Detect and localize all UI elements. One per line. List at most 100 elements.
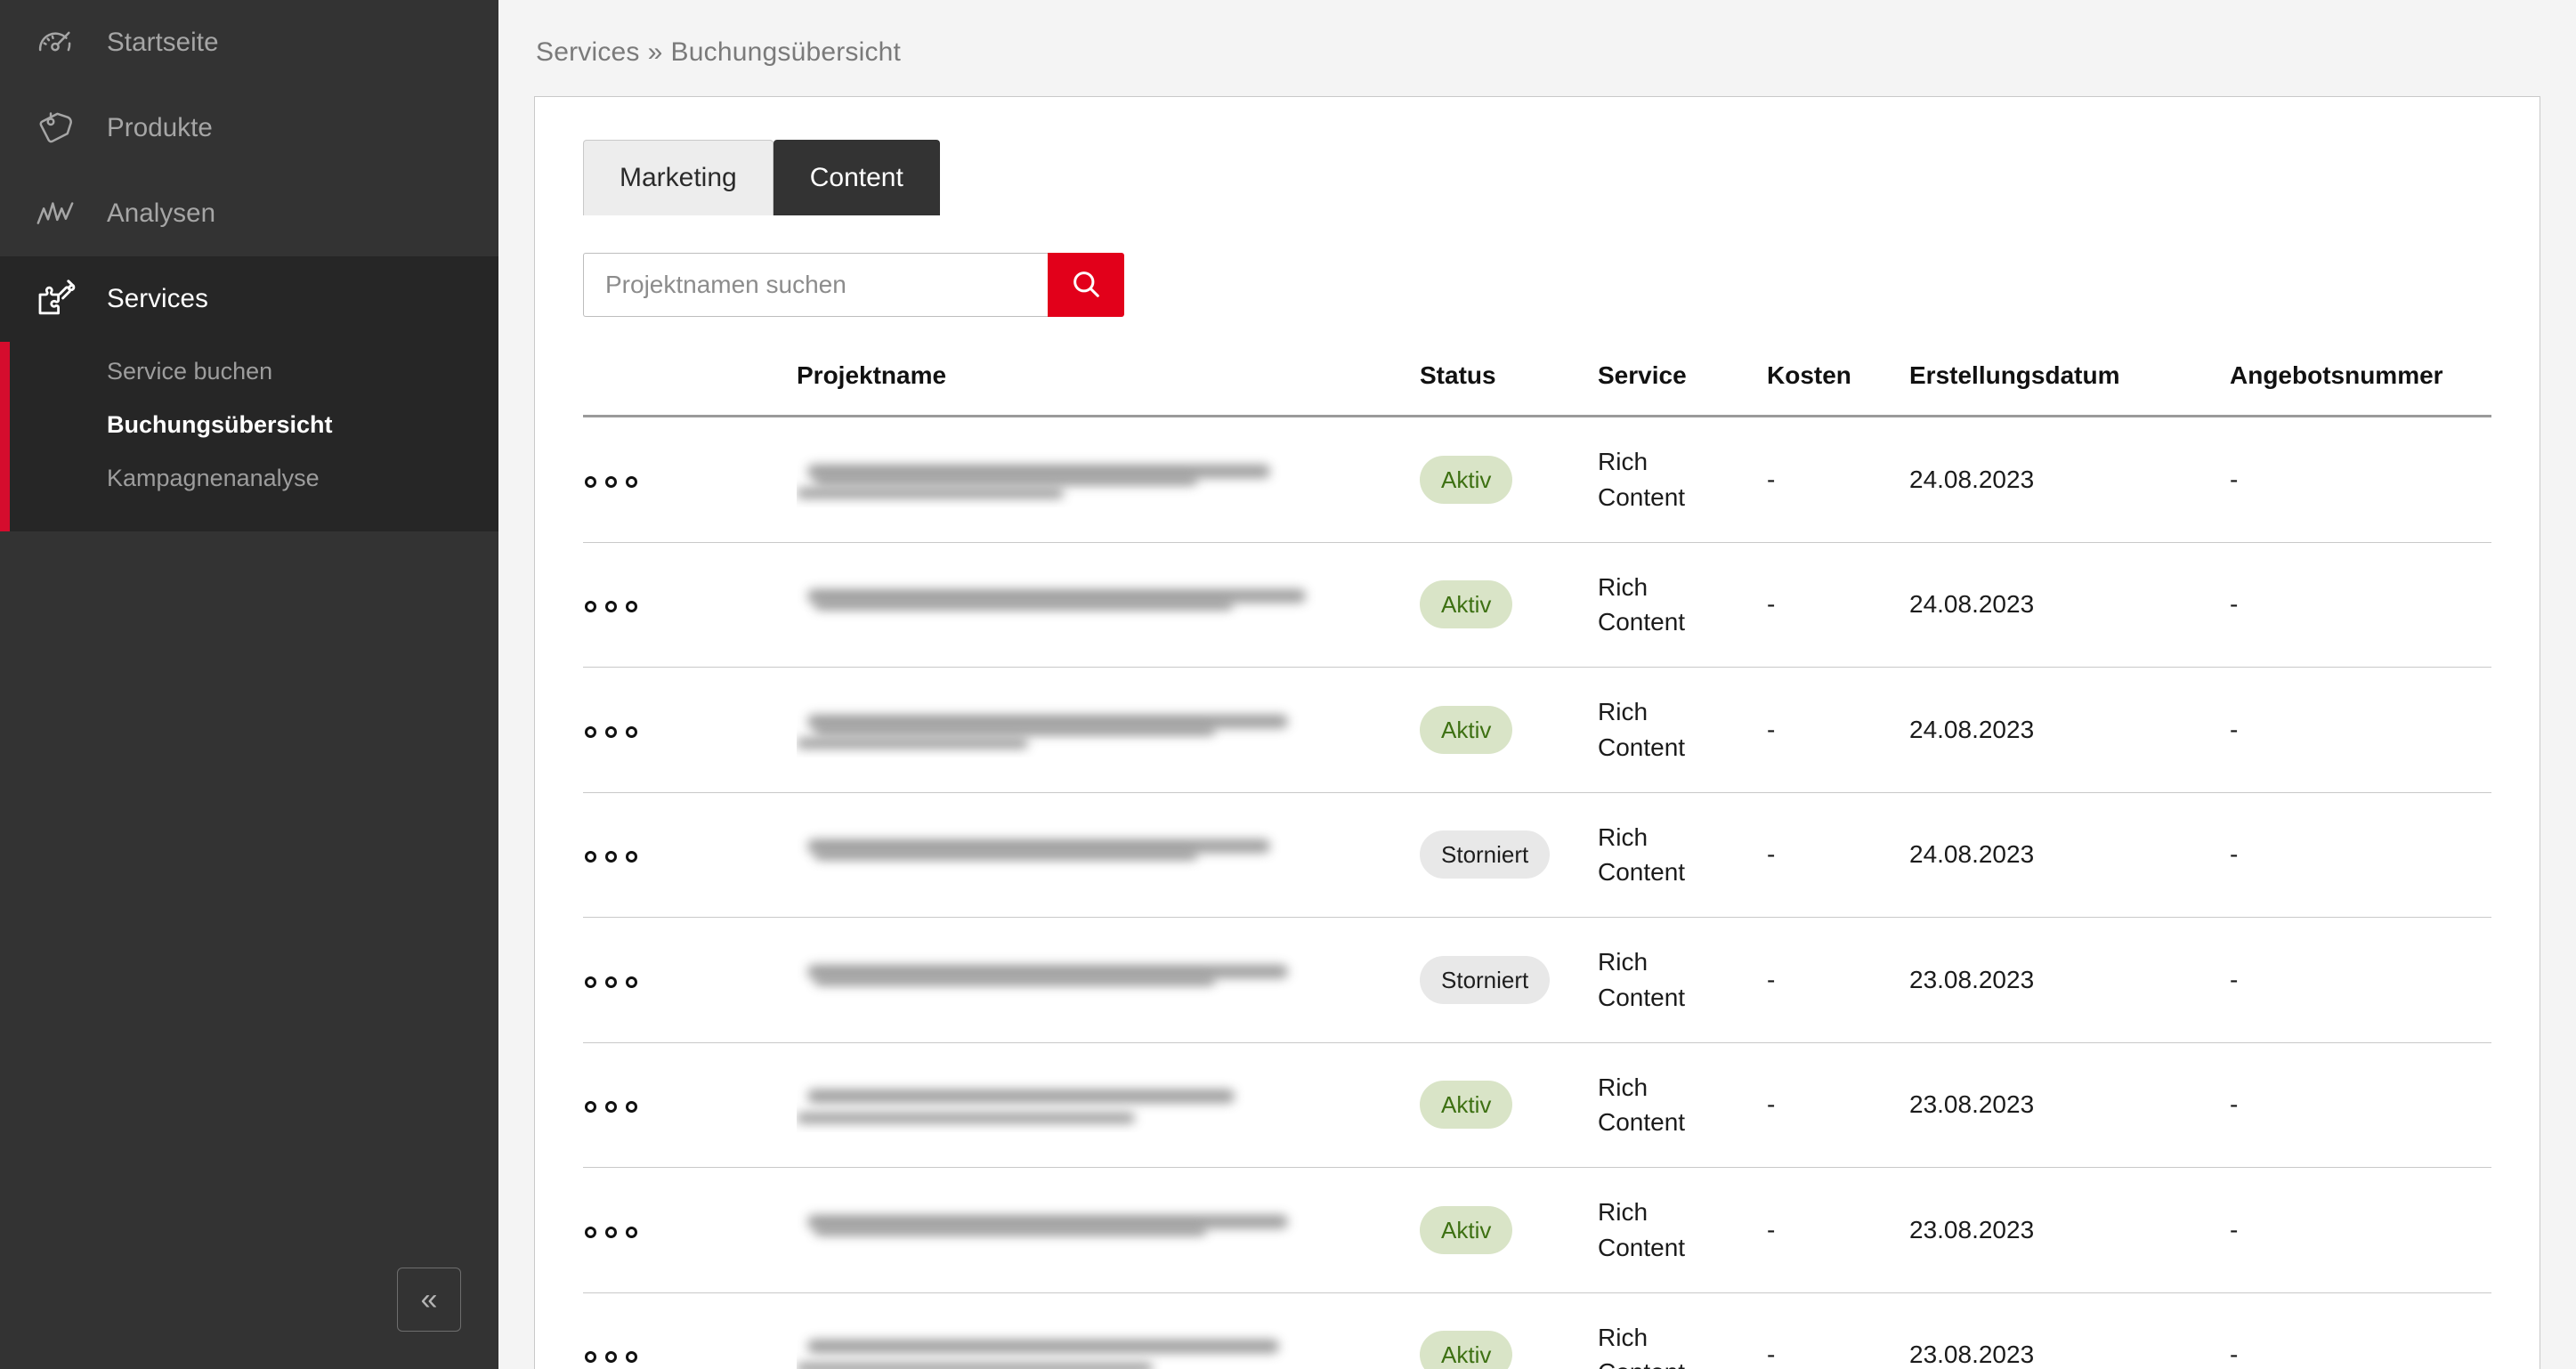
redacted-project-name <box>797 1203 1420 1258</box>
status-cell: Aktiv <box>1420 1292 1598 1369</box>
redacted-project-name <box>797 577 1420 632</box>
bookings-table-wrapper: Projektname Status Service Kosten Erstel… <box>583 361 2491 1369</box>
row-actions-cell <box>583 792 797 918</box>
breadcrumb-current: Buchungsübersicht <box>670 37 902 67</box>
erstellungsdatum-cell: 23.08.2023 <box>1909 917 2230 1043</box>
search-button[interactable] <box>1048 253 1124 317</box>
sidebar-item-services[interactable]: Services <box>0 256 498 342</box>
main-content: Services» Buchungsübersicht Marketing Con… <box>498 0 2576 1369</box>
status-cell: Aktiv <box>1420 1167 1598 1293</box>
row-actions-cell <box>583 1292 797 1369</box>
column-header-service: Service <box>1598 361 1767 417</box>
project-name-cell <box>797 1292 1420 1369</box>
project-name-cell <box>797 1167 1420 1293</box>
erstellungsdatum-cell: 23.08.2023 <box>1909 1167 2230 1293</box>
sidebar-item-analysen[interactable]: Analysen <box>0 171 498 256</box>
status-badge: Storniert <box>1420 955 1551 1004</box>
row-actions-cell <box>583 917 797 1043</box>
row-actions-cell <box>583 1167 797 1293</box>
status-badge: Aktiv <box>1420 1205 1513 1254</box>
table-row: Storniert Rich Content -23.08.2023- <box>583 917 2491 1043</box>
row-actions-cell <box>583 416 797 543</box>
sidebar-subitem-buchungsuebersicht[interactable]: Buchungsübersicht <box>0 399 498 452</box>
kosten-cell: - <box>1767 1292 1909 1369</box>
sidebar-footer: « <box>0 1268 498 1369</box>
sidebar-subitem-kampagnenanalyse[interactable]: Kampagnenanalyse <box>0 452 498 506</box>
kosten-cell: - <box>1767 792 1909 918</box>
bookings-table: Projektname Status Service Kosten Erstel… <box>583 361 2491 1369</box>
redacted-project-name <box>797 952 1420 1008</box>
table-header-row: Projektname Status Service Kosten Erstel… <box>583 361 2491 417</box>
project-name-cell <box>797 416 1420 543</box>
table-row: Storniert Rich Content -24.08.2023- <box>583 792 2491 918</box>
status-badge: Aktiv <box>1420 580 1513 629</box>
column-header-angebotsnummer: Angebotsnummer <box>2230 361 2491 417</box>
row-menu-icon[interactable] <box>583 721 639 743</box>
status-cell: Storniert <box>1420 792 1598 918</box>
erstellungsdatum-cell: 24.08.2023 <box>1909 792 2230 918</box>
status-badge: Storniert <box>1420 830 1551 879</box>
sidebar: Startseite Produkte Analysen Services Se… <box>0 0 498 1369</box>
project-name-cell <box>797 667 1420 793</box>
tab-marketing[interactable]: Marketing <box>583 140 774 215</box>
breadcrumb-separator: » <box>647 37 663 67</box>
row-menu-icon[interactable] <box>583 971 639 993</box>
angebotsnummer-cell: - <box>2230 792 2491 918</box>
sidebar-collapse-button[interactable]: « <box>397 1268 461 1332</box>
status-cell: Storniert <box>1420 917 1598 1043</box>
sidebar-item-label: Services <box>107 284 208 314</box>
erstellungsdatum-cell: 23.08.2023 <box>1909 1042 2230 1168</box>
row-actions-cell <box>583 667 797 793</box>
service-cell: RichContent <box>1598 667 1767 793</box>
angebotsnummer-cell: - <box>2230 542 2491 668</box>
table-row: Aktiv Rich Content -24.08.2023- <box>583 416 2491 543</box>
sidebar-item-label: Startseite <box>107 28 219 58</box>
row-menu-icon[interactable] <box>583 846 639 868</box>
status-badge: Aktiv <box>1420 1081 1513 1130</box>
kosten-cell: - <box>1767 667 1909 793</box>
app-root: Startseite Produkte Analysen Services Se… <box>0 0 2576 1369</box>
row-menu-icon[interactable] <box>583 471 639 493</box>
column-header-erstellungsdatum: Erstellungsdatum <box>1909 361 2230 417</box>
angebotsnummer-cell: - <box>2230 416 2491 543</box>
sidebar-item-label: Produkte <box>107 113 213 143</box>
sidebar-item-produkte[interactable]: Produkte <box>0 85 498 171</box>
status-cell: Aktiv <box>1420 542 1598 668</box>
search-icon <box>1069 267 1103 304</box>
sidebar-subitem-service-buchen[interactable]: Service buchen <box>0 345 498 399</box>
redacted-project-name <box>797 827 1420 882</box>
tab-content[interactable]: Content <box>773 140 940 215</box>
breadcrumb: Services» Buchungsübersicht <box>498 0 2576 96</box>
tab-bar: Marketing Content <box>583 97 2491 215</box>
status-badge: Aktiv <box>1420 705 1513 754</box>
kosten-cell: - <box>1767 1167 1909 1293</box>
row-menu-icon[interactable] <box>583 1096 639 1118</box>
erstellungsdatum-cell: 23.08.2023 <box>1909 1292 2230 1369</box>
search-input[interactable] <box>583 253 1048 317</box>
table-row: AktivRichContent-23.08.2023- <box>583 1167 2491 1293</box>
table-row: AktivRichContent-23.08.2023- <box>583 1292 2491 1369</box>
redacted-project-name <box>797 1077 1420 1132</box>
sidebar-item-startseite[interactable]: Startseite <box>0 0 498 85</box>
column-header-projektname: Projektname <box>797 361 1420 417</box>
kosten-cell: - <box>1767 1042 1909 1168</box>
gauge-icon <box>30 22 80 63</box>
row-actions-cell <box>583 1042 797 1168</box>
project-name-cell <box>797 1042 1420 1168</box>
angebotsnummer-cell: - <box>2230 667 2491 793</box>
search-bar <box>583 253 2491 317</box>
row-menu-icon[interactable] <box>583 1221 639 1243</box>
row-menu-icon[interactable] <box>583 1346 639 1368</box>
table-body: Aktiv Rich Content -24.08.2023- Aktiv Rich Con… <box>583 416 2491 1369</box>
service-cell: RichContent <box>1598 917 1767 1043</box>
angebotsnummer-cell: - <box>2230 1042 2491 1168</box>
column-header-actions <box>583 361 797 417</box>
service-cell: RichContent <box>1598 1042 1767 1168</box>
column-header-kosten: Kosten <box>1767 361 1909 417</box>
breadcrumb-root[interactable]: Services <box>536 37 640 67</box>
kosten-cell: - <box>1767 542 1909 668</box>
angebotsnummer-cell: - <box>2230 1292 2491 1369</box>
sidebar-group-services: Services Service buchen Buchungsübersich… <box>0 256 498 532</box>
row-menu-icon[interactable] <box>583 595 639 618</box>
kosten-cell: - <box>1767 416 1909 543</box>
